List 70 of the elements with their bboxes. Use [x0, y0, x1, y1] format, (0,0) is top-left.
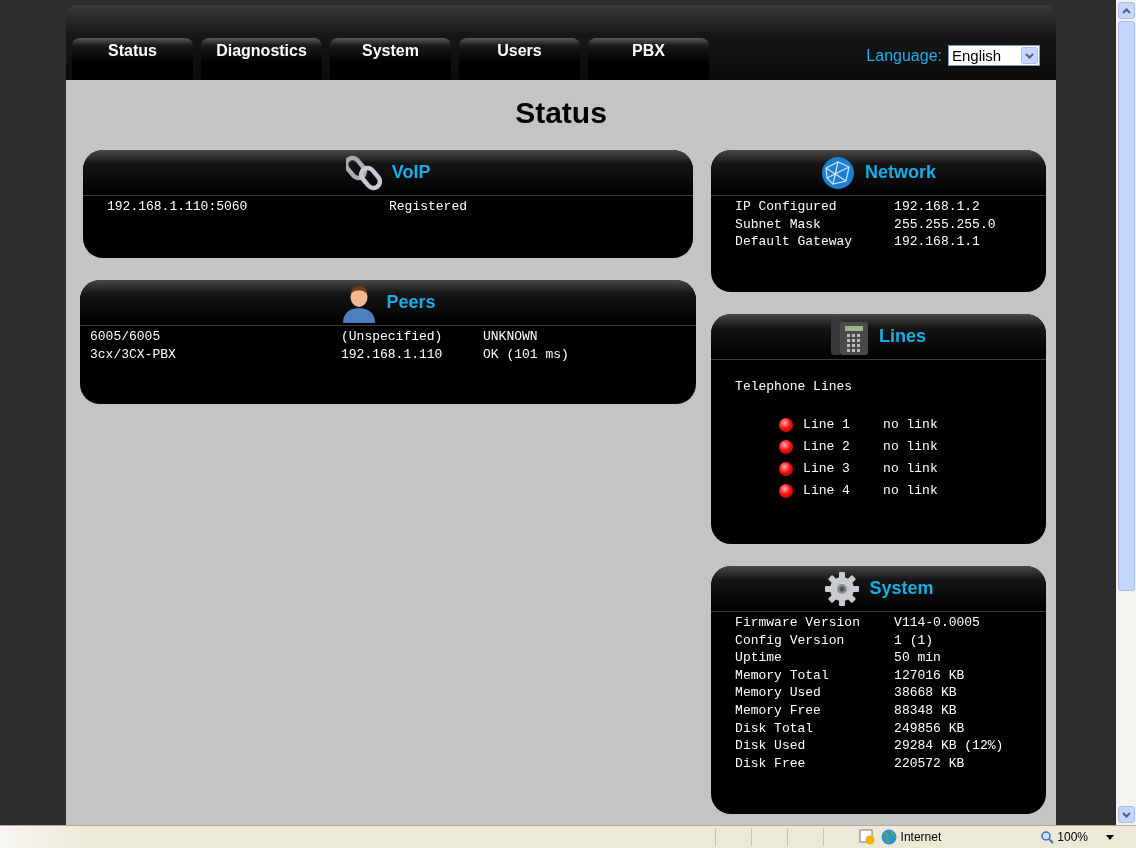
zoom-level[interactable]: 100% [1041, 830, 1088, 844]
magnifier-icon [1041, 830, 1055, 844]
table-cell-text: Disk Free [735, 754, 807, 773]
line-name: Line 2 [803, 437, 851, 456]
table-cell-text: 88348 KB [894, 701, 958, 720]
panel-title: System [869, 578, 934, 599]
dropdown-arrow-icon[interactable] [1106, 834, 1114, 840]
table-cell-text: UNKNOWN [483, 328, 539, 346]
table-cell-text: 1 (1) [894, 631, 935, 650]
panel-title: Peers [386, 292, 436, 313]
line-status: no link [883, 415, 938, 434]
table-cell-text: Memory Free [735, 701, 822, 720]
table-cell-text: 192.168.1.110 [341, 345, 444, 364]
table-cell-text: 192.168.1.1 [894, 233, 981, 251]
desk-phone-icon [831, 317, 870, 356]
globe-icon [880, 829, 897, 845]
nav-tab[interactable]: Status [72, 38, 193, 80]
line-status: no link [883, 437, 938, 456]
scrollbar[interactable] [1116, 0, 1136, 825]
table-cell-text: 220572 KB [894, 754, 966, 773]
table-cell-text: Disk Total [735, 719, 815, 738]
panel-title: Lines [879, 326, 927, 347]
table-cell-text: (Unspecified) [341, 328, 444, 346]
gear-icon [823, 570, 860, 607]
table-cell-text: Memory Total [735, 666, 830, 685]
nav-tab[interactable]: System [330, 38, 451, 80]
table-cell-text: OK (101 ms) [483, 345, 570, 364]
page-title: Status [515, 96, 607, 130]
security-zone: Internet [900, 830, 942, 844]
table-cell-text: 29284 KB (12%) [894, 737, 1005, 755]
scroll-up-button[interactable] [1117, 2, 1135, 19]
panel-title: VoIP [391, 162, 431, 183]
table-cell-text: Config Version [735, 631, 846, 650]
line-name: Line 3 [803, 459, 851, 478]
chain-link-icon [345, 154, 382, 191]
table-cell-text: Registered [389, 198, 468, 216]
language-label: Language: [866, 46, 942, 65]
table-cell-text: Disk Used [735, 737, 807, 755]
table-cell-text: 249856 KB [894, 719, 966, 738]
scroll-thumb[interactable] [1117, 21, 1135, 591]
table-cell-text: Uptime [735, 649, 783, 667]
table-cell-text: 3cx/3CX-PBX [90, 345, 177, 364]
table-cell-text: Memory Used [735, 684, 822, 702]
table-cell-text: Firmware Version [735, 614, 861, 632]
language-select[interactable]: English [948, 45, 1040, 66]
nav-tab[interactable]: PBX [588, 38, 709, 80]
table-cell-text: Subnet Mask [735, 215, 822, 234]
line-name: Line 4 [803, 481, 851, 500]
scroll-down-button[interactable] [1117, 806, 1135, 823]
table-cell-text: 50 min [894, 649, 942, 667]
panel-title: Network [865, 162, 937, 183]
table-cell-text: 192.168.1.110:5060 [107, 198, 249, 216]
table-cell-text: Default Gateway [735, 233, 854, 251]
caret-up-icon [1121, 7, 1131, 14]
table-cell-text: IP Configured [735, 198, 838, 216]
table-cell-text: V114-0.0005 [894, 614, 981, 632]
security-warning-icon [858, 829, 875, 845]
globe-icon [821, 155, 856, 190]
line-status: no link [883, 459, 938, 478]
table-cell-text: 192.168.1.2 [894, 198, 981, 216]
caret-down-icon [1121, 811, 1131, 818]
line-name: Line 1 [803, 415, 851, 434]
nav-tab[interactable]: Users [459, 38, 580, 80]
table-cell-text: 127016 KB [894, 666, 966, 685]
line-status: no link [883, 481, 938, 500]
nav-tab[interactable]: Diagnostics [201, 38, 322, 80]
table-cell-text: 255.255.255.0 [894, 215, 997, 234]
table-cell-text: 6005/6005 [90, 328, 162, 346]
table-cell-text: 38668 KB [894, 684, 958, 702]
section-label: Telephone Lines [735, 378, 854, 396]
